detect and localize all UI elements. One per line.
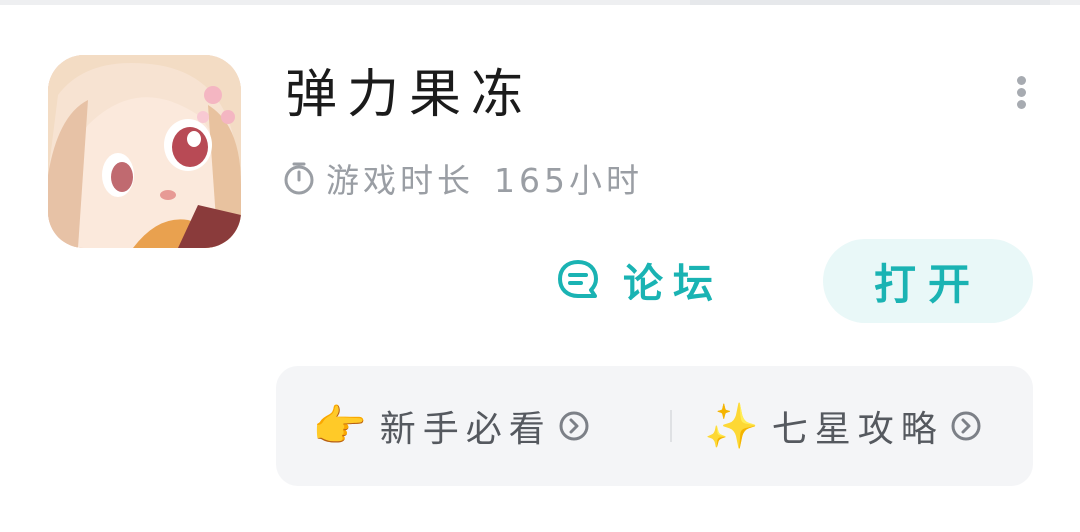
playtime-row: 游戏时长 165小时 xyxy=(282,152,643,204)
guide-seven-stars-label: 七星攻略 xyxy=(771,409,944,450)
chevron-right-circle-icon xyxy=(559,411,589,441)
playtime-label: 游戏时长 xyxy=(326,161,474,200)
forum-label: 论坛 xyxy=(623,261,723,307)
top-divider xyxy=(0,0,1080,5)
pointing-hand-icon: 👉 xyxy=(312,401,374,452)
open-button[interactable]: 打开 xyxy=(823,239,1033,323)
clock-icon xyxy=(284,162,314,195)
forum-button[interactable]: 论坛 xyxy=(555,250,723,310)
anime-girl-illustration xyxy=(48,55,241,248)
playtime-value: 165小时 xyxy=(494,161,643,200)
guide-newbie[interactable]: 👉 新手必看 xyxy=(312,366,590,486)
app-icon[interactable] xyxy=(48,55,241,248)
guide-seven-stars[interactable]: ✨ 七星攻略 xyxy=(704,366,982,486)
forum-chat-icon xyxy=(558,260,598,298)
more-vertical-icon[interactable] xyxy=(1006,72,1036,112)
app-title: 弹力果冻 xyxy=(285,65,534,125)
open-label: 打开 xyxy=(873,259,982,309)
chevron-right-circle-icon xyxy=(951,411,981,441)
guide-divider xyxy=(670,410,672,442)
sparkles-icon: ✨ xyxy=(704,401,766,452)
guide-card: 👉 新手必看 ✨ 七星攻略 xyxy=(276,366,1033,486)
guide-newbie-label: 新手必看 xyxy=(379,409,552,450)
